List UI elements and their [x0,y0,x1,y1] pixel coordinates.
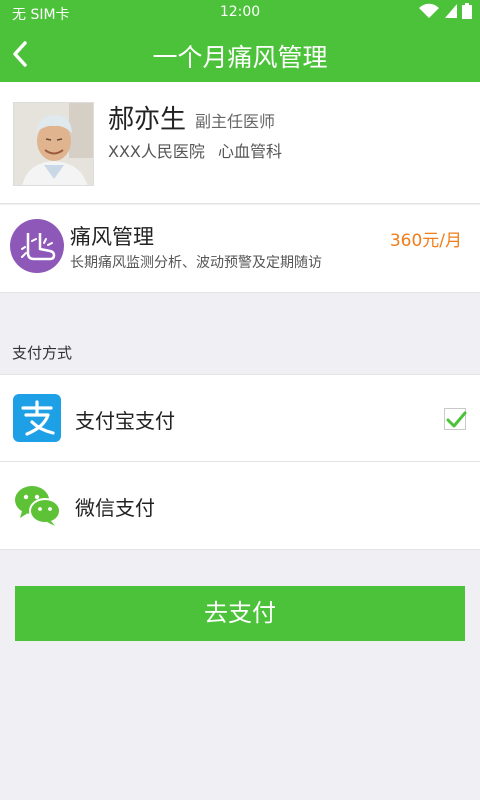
service-name: 痛风管理 [70,225,154,249]
wifi-icon [418,3,440,23]
clock: 12:00 [219,4,261,20]
wechat-label: 微信支付 [75,496,155,520]
alipay-label: 支付宝支付 [75,409,175,433]
hospital-name: XXX人民医院 [108,142,205,161]
status-bar: 无 SIM卡 12:00 [0,0,480,26]
status-icons [418,3,472,23]
doctor-avatar [13,102,94,186]
payment-option-wechat[interactable]: 微信支付 [0,462,480,550]
payment-option-alipay[interactable]: 支付宝支付 [0,374,480,462]
department-name: 心血管科 [218,142,283,161]
wechat-icon [13,481,61,529]
service-price: 360元/月 [389,231,462,251]
doctor-title: 副主任医师 [195,112,276,131]
page-title: 一个月痛风管理 [152,43,328,72]
navigation-bar: 一个月痛风管理 [0,26,480,82]
checkmark-icon [446,411,467,428]
service-card[interactable]: 痛风管理 长期痛风监测分析、波动预警及定期随访 360元/月 [0,205,480,293]
alipay-icon [13,394,61,442]
doctor-name: 郝亦生 [108,105,187,135]
battery-icon [462,3,472,23]
doctor-card[interactable]: 郝亦生 副主任医师 XXX人民医院 心血管科 [0,82,480,204]
signal-icon [444,3,458,23]
payment-section-label: 支付方式 [12,344,73,362]
pay-button[interactable]: 去支付 [15,586,465,641]
foot-icon [10,219,64,273]
alipay-checkbox[interactable] [444,408,467,430]
service-description: 长期痛风监测分析、波动预警及定期随访 [70,255,322,271]
